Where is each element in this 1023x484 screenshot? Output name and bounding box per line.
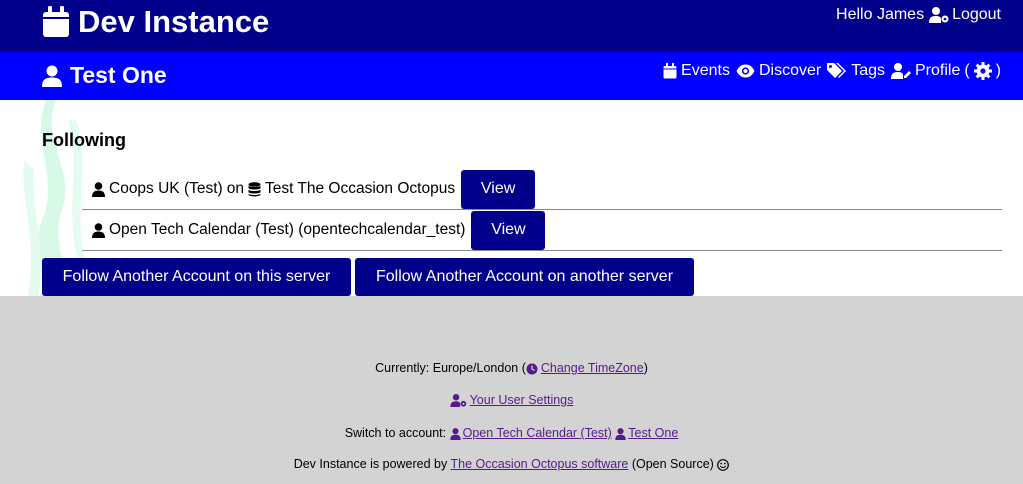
user-cog-icon: [449, 394, 466, 408]
nav-discover[interactable]: Discover: [736, 62, 821, 80]
logout-link[interactable]: Logout: [929, 6, 1001, 24]
user-settings-label: Your User Settings: [469, 393, 574, 407]
switch-account-label: Open Tech Calendar (Test): [462, 426, 612, 440]
nav-tags-label: Tags: [851, 62, 885, 79]
user-icon: [42, 65, 62, 87]
switch-account-label: Test One: [628, 426, 679, 440]
user-settings-link[interactable]: Your User Settings: [449, 393, 574, 408]
instance-header: Dev Instance Hello James Logout: [0, 0, 1023, 52]
nav-discover-label: Discover: [758, 62, 822, 79]
switch-account-link[interactable]: Test One: [615, 426, 678, 440]
view-button[interactable]: View: [471, 210, 546, 250]
followed-account-name: Open Tech Calendar (Test) (opentechcalen…: [109, 221, 466, 238]
smile-icon: [717, 458, 730, 471]
view-button[interactable]: View: [461, 169, 536, 209]
paren-close: ): [995, 62, 1001, 79]
account-bar: Test One Events Discover Tags Profile (…: [0, 52, 1023, 100]
gear-icon[interactable]: [973, 62, 992, 80]
powered-by-text: Dev Instance is powered by: [293, 457, 448, 471]
user-settings-line: Your User Settings: [0, 393, 1023, 408]
database-icon: [248, 181, 261, 196]
change-timezone-label: Change TimeZone: [540, 361, 644, 375]
following-entry: Coops UK (Test) on Test The Occasion Oct…: [82, 180, 455, 198]
following-row: Open Tech Calendar (Test) (opentechcalen…: [82, 210, 1002, 251]
calendar-icon: [43, 6, 69, 37]
following-entry: Open Tech Calendar (Test) (opentechcalen…: [82, 221, 465, 239]
user-icon: [449, 427, 461, 440]
software-link[interactable]: The Occasion Octopus software: [451, 457, 629, 471]
nav-events[interactable]: Events: [663, 62, 730, 80]
nav-profile[interactable]: Profile ( ): [890, 62, 1001, 80]
user-edit-icon: [890, 63, 911, 79]
footer: Currently: Europe/London ( Change TimeZon…: [0, 296, 1023, 484]
nav-tags[interactable]: Tags: [827, 62, 885, 80]
server-name: Test The Occasion Octopus: [264, 180, 456, 197]
nav-events-label: Events: [681, 62, 730, 79]
user-icon: [92, 222, 105, 238]
following-heading: Following: [42, 130, 126, 150]
tags-icon: [827, 63, 847, 78]
calendar-icon: [663, 63, 677, 79]
clock-icon: [526, 363, 538, 375]
instance-title: Dev Instance: [78, 4, 270, 39]
account-title-link[interactable]: Test One: [42, 62, 167, 89]
eye-icon: [736, 64, 755, 78]
powered-by-line: Dev Instance is powered by The Occasion …: [0, 457, 1023, 471]
timezone-line: Currently: Europe/London ( Change TimeZon…: [0, 361, 1023, 375]
logout-label: Logout: [952, 6, 1001, 23]
on-text: on: [226, 180, 244, 197]
followed-account-name: Coops UK (Test): [109, 180, 223, 197]
follow-this-server-button[interactable]: Follow Another Account on this server: [42, 258, 351, 296]
following-row: Coops UK (Test) on Test The Occasion Oct…: [82, 169, 1002, 210]
account-nav: Events Discover Tags Profile (): [663, 62, 1001, 80]
user-cog-icon: [929, 7, 949, 23]
account-title: Test One: [70, 62, 167, 88]
change-timezone-link[interactable]: Change TimeZone: [526, 361, 644, 375]
paren-open: (: [964, 62, 970, 79]
greeting-text: Hello James: [836, 6, 925, 23]
timezone-suffix: ): [643, 361, 648, 375]
user-icon: [615, 427, 626, 440]
user-icon: [92, 181, 105, 197]
instance-title-link[interactable]: Dev Instance: [42, 4, 269, 40]
user-menu: Hello James Logout: [836, 6, 1001, 24]
switch-account-link[interactable]: Open Tech Calendar (Test): [449, 426, 612, 440]
open-source-text: (Open Source): [631, 457, 714, 471]
follow-other-server-button[interactable]: Follow Another Account on another server: [355, 258, 694, 296]
switch-account-line: Switch to account: Open Tech Calendar (T…: [0, 426, 1023, 440]
nav-profile-label: Profile: [914, 62, 961, 79]
main-content: Following Coops UK (Test) on Test The Oc…: [0, 100, 1023, 296]
switch-account-text: Switch to account:: [344, 426, 447, 440]
timezone-text: Currently: Europe/London (: [375, 361, 526, 375]
